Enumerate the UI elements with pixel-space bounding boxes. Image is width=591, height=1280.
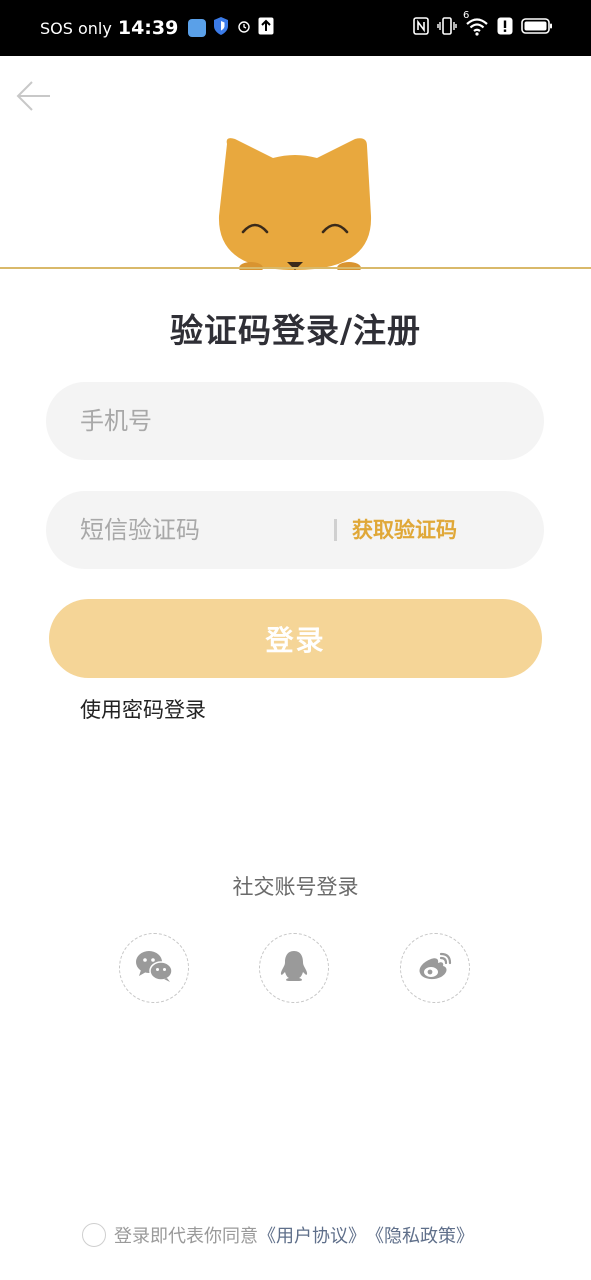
weibo-login-button[interactable]	[400, 933, 470, 1003]
status-bar: SOS only 14:39 6	[0, 0, 591, 56]
clock: 14:39	[117, 17, 179, 39]
sms-code-field[interactable]	[46, 491, 544, 569]
privacy-policy-link[interactable]: 《隐私政策》	[366, 1222, 474, 1248]
alarm-icon	[236, 18, 252, 38]
battery-icon	[521, 17, 553, 39]
password-login-link[interactable]: 使用密码登录	[80, 694, 206, 724]
user-agreement-link[interactable]: 《用户协议》	[258, 1222, 366, 1248]
fox-mascot	[215, 136, 375, 274]
arrow-left-icon	[14, 81, 54, 118]
network-type-label: 6	[463, 10, 470, 21]
field-separator	[334, 519, 337, 541]
header-divider	[0, 267, 591, 269]
shield-icon	[212, 16, 230, 40]
qq-login-button[interactable]	[259, 933, 329, 1003]
agreement-text: 登录即代表你同意	[114, 1226, 258, 1247]
alert-icon	[497, 17, 513, 39]
vibrate-icon	[437, 16, 457, 40]
phone-field[interactable]	[46, 382, 544, 460]
social-login-title: 社交账号登录	[232, 875, 359, 899]
login-button[interactable]: 登录	[49, 599, 542, 678]
sms-code-input[interactable]	[80, 491, 370, 569]
back-button[interactable]	[14, 78, 54, 114]
carrier-label: SOS only	[40, 18, 112, 38]
app-icon	[188, 19, 207, 37]
upload-icon	[258, 17, 274, 39]
weibo-icon	[417, 951, 453, 985]
agree-checkbox[interactable]	[82, 1223, 106, 1247]
phone-input[interactable]	[80, 382, 510, 460]
wifi-icon: 6	[463, 10, 489, 40]
page-title: 验证码登录/注册	[169, 311, 422, 350]
wechat-login-button[interactable]	[119, 933, 189, 1003]
nfc-icon	[413, 17, 429, 39]
get-code-button[interactable]: 获取验证码	[352, 491, 457, 569]
wechat-icon	[135, 949, 173, 987]
agreement-row: 登录即代表你同意 《用户协议》 《隐私政策》	[82, 1220, 474, 1250]
qq-icon	[279, 950, 309, 986]
